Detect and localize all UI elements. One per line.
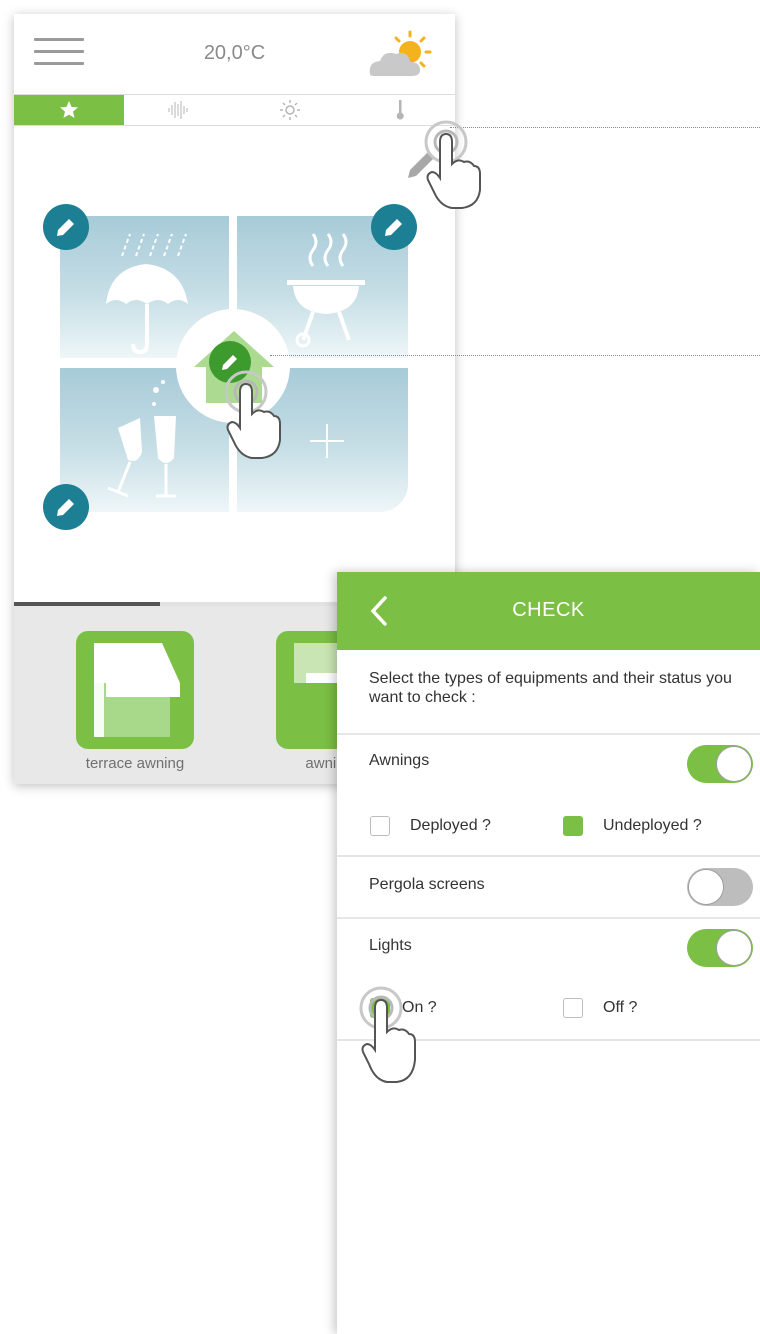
pencil-icon: [385, 219, 402, 236]
thermometer-icon: [396, 100, 404, 120]
deployed-checkbox[interactable]: [370, 816, 390, 836]
row-label-lights: Lights: [369, 937, 412, 954]
off-checkbox[interactable]: [563, 998, 583, 1018]
on-checkbox[interactable]: [370, 998, 390, 1018]
pencil-icon: [57, 499, 74, 516]
row-label-pergola-screens: Pergola screens: [369, 876, 485, 893]
app-header: 20,0°C: [14, 14, 455, 94]
sun-icon: [279, 100, 300, 120]
edit-scene-barbecue-button[interactable]: [371, 204, 417, 250]
option-label: Deployed ?: [410, 817, 491, 834]
edit-mode-pencil-icon[interactable]: [406, 146, 440, 180]
tab-sound[interactable]: [124, 95, 234, 125]
option-label: Off ?: [603, 999, 638, 1016]
edit-scene-rain-button[interactable]: [43, 204, 89, 250]
scene-grid: [14, 124, 455, 604]
lights-toggle[interactable]: [687, 929, 753, 967]
home-edit-badge[interactable]: [209, 341, 251, 383]
tab-temperature[interactable]: [345, 95, 455, 125]
pencil-icon: [57, 219, 74, 236]
option-off[interactable]: Off ?: [563, 998, 637, 1018]
pergola-screens-toggle[interactable]: [687, 868, 753, 906]
tab-sun[interactable]: [235, 95, 345, 125]
divider: [337, 917, 760, 919]
awning-icon: [76, 631, 194, 749]
pencil-icon: [222, 353, 239, 370]
divider: [337, 733, 760, 735]
waveform-icon: [168, 101, 188, 119]
row-label-awnings: Awnings: [369, 752, 430, 769]
option-label: Undeployed ?: [603, 817, 702, 834]
check-panel: CHECK Select the types of equipments and…: [337, 572, 760, 1334]
check-header: CHECK: [337, 572, 760, 650]
device-terrace-awning[interactable]: terrace awning: [76, 631, 194, 772]
home-scene-button[interactable]: [176, 309, 290, 423]
awnings-toggle[interactable]: [687, 745, 753, 783]
category-tabs: [14, 94, 455, 126]
divider: [337, 855, 760, 857]
star-icon: [60, 101, 79, 118]
option-undeployed[interactable]: Undeployed ?: [563, 816, 702, 836]
option-label: On ?: [402, 999, 437, 1016]
option-on[interactable]: On ?: [370, 998, 437, 1018]
check-intro-text: Select the types of equipments and their…: [369, 670, 732, 706]
partly-sunny-icon: [369, 30, 432, 76]
device-name: terrace awning: [85, 755, 185, 772]
page-title: CHECK: [512, 599, 585, 621]
connector-line: [270, 355, 760, 356]
tab-favorites[interactable]: [14, 95, 125, 125]
edit-scene-party-button[interactable]: [43, 484, 89, 530]
divider: [337, 1039, 760, 1041]
connector-line: [450, 127, 760, 128]
option-deployed[interactable]: Deployed ?: [370, 816, 491, 836]
undeployed-checkbox[interactable]: [563, 816, 583, 836]
